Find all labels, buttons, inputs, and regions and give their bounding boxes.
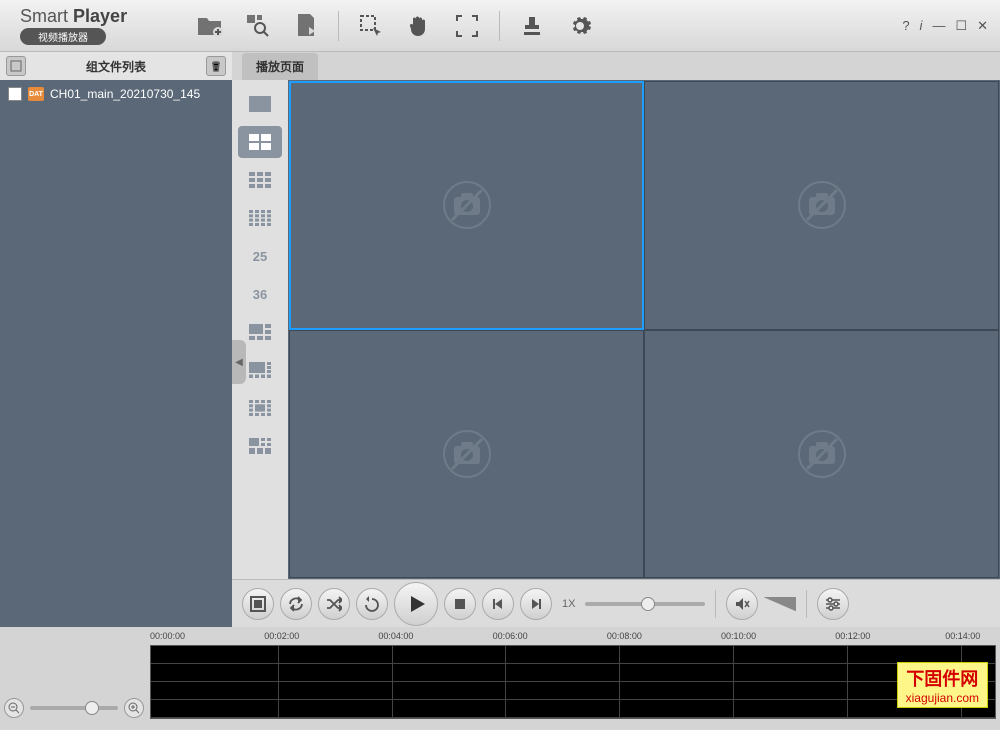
control-separator <box>806 590 807 618</box>
toolbar-separator <box>338 11 339 41</box>
maximize-button[interactable]: ☐ <box>955 18 967 34</box>
tick-label: 00:02:00 <box>264 631 299 641</box>
layout-1-button[interactable] <box>238 88 282 120</box>
main-area: 播放页面 25 36 <box>232 52 1000 627</box>
layout-4-button[interactable] <box>238 126 282 158</box>
play-button[interactable] <box>394 582 438 626</box>
sidebar-delete-button[interactable] <box>206 56 226 76</box>
layout-custom-button[interactable] <box>238 430 282 462</box>
mute-button[interactable] <box>726 588 758 620</box>
help-button[interactable]: ? <box>902 18 909 34</box>
document-icon <box>8 87 22 101</box>
layout-25-button[interactable]: 25 <box>238 240 282 272</box>
zoom-slider-thumb[interactable] <box>85 701 99 715</box>
sidebar-title: 组文件列表 <box>32 58 200 75</box>
playback-controls: 1X <box>232 579 1000 627</box>
layout-9-button[interactable] <box>238 164 282 196</box>
next-frame-button[interactable] <box>520 588 552 620</box>
window-controls: ? i — ☐ ✕ <box>902 18 1000 34</box>
timeline-area: 00:00:00 00:02:00 00:04:00 00:06:00 00:0… <box>0 627 1000 730</box>
zoom-controls <box>4 631 144 730</box>
video-grid <box>288 80 1000 579</box>
camera-placeholder-icon <box>442 429 492 479</box>
tab-playback[interactable]: 播放页面 <box>242 53 318 80</box>
pan-tool-button[interactable] <box>399 6 439 46</box>
video-cell-1[interactable] <box>289 81 644 330</box>
close-button[interactable]: ✕ <box>977 18 988 34</box>
zoom-slider[interactable] <box>30 706 118 710</box>
speed-slider[interactable] <box>585 602 705 606</box>
fullscreen-button[interactable] <box>447 6 487 46</box>
watermark-text: 下固件网 <box>906 665 979 691</box>
camera-placeholder-icon <box>442 180 492 230</box>
header: Smart Player 视频播放器 ? <box>0 0 1000 52</box>
sidebar-collapse-button[interactable]: ◀ <box>232 340 246 384</box>
shuffle-button[interactable] <box>318 588 350 620</box>
loop-button[interactable] <box>280 588 312 620</box>
speed-slider-thumb[interactable] <box>641 597 655 611</box>
file-name: CH01_main_20210730_145 <box>50 87 200 101</box>
toolbar-separator <box>499 11 500 41</box>
export-button[interactable] <box>286 6 326 46</box>
zoom-out-button[interactable] <box>4 698 24 718</box>
timeline-ruler: 00:00:00 00:02:00 00:04:00 00:06:00 00:0… <box>150 631 996 645</box>
tick-label: 00:00:00 <box>150 631 185 641</box>
layout-13-button[interactable] <box>238 392 282 424</box>
video-cell-4[interactable] <box>644 330 999 579</box>
rewind-button[interactable] <box>356 588 388 620</box>
layout-16-button[interactable] <box>238 202 282 234</box>
watermark: 下固件网 xiagujian.com <box>897 662 988 708</box>
zoom-in-button[interactable] <box>124 698 144 718</box>
tick-label: 00:06:00 <box>493 631 528 641</box>
info-button[interactable]: i <box>920 18 923 34</box>
logo-area: Smart Player 视频播放器 <box>0 6 180 46</box>
tick-label: 00:12:00 <box>835 631 870 641</box>
control-separator <box>715 590 716 618</box>
app-title-b: Player <box>73 6 127 26</box>
camera-placeholder-icon <box>797 180 847 230</box>
fullscreen-toggle-button[interactable] <box>242 588 274 620</box>
settings-button[interactable] <box>560 6 600 46</box>
camera-placeholder-icon <box>797 429 847 479</box>
add-folder-button[interactable] <box>190 6 230 46</box>
file-list: DAT CH01_main_20210730_145 <box>0 80 232 627</box>
layout-picker: 25 36 <box>232 80 288 579</box>
list-item[interactable]: DAT CH01_main_20210730_145 <box>0 84 232 104</box>
tick-label: 00:08:00 <box>607 631 642 641</box>
app-title-a: Smart <box>20 6 68 26</box>
minimize-button[interactable]: — <box>932 18 945 34</box>
watermark-url: xiagujian.com <box>906 691 979 705</box>
speed-label: 1X <box>562 598 575 610</box>
tick-label: 00:10:00 <box>721 631 756 641</box>
sidebar-toggle-button[interactable] <box>6 56 26 76</box>
stamp-button[interactable] <box>512 6 552 46</box>
filter-button[interactable] <box>817 588 849 620</box>
volume-slider[interactable] <box>764 597 796 611</box>
timeline-main: 00:00:00 00:02:00 00:04:00 00:06:00 00:0… <box>150 631 996 730</box>
video-cell-3[interactable] <box>289 330 644 579</box>
app-subtitle: 视频播放器 <box>20 28 106 45</box>
sidebar-header: 组文件列表 <box>0 52 232 80</box>
tick-label: 00:14:00 <box>945 631 980 641</box>
layout-36-button[interactable]: 36 <box>238 278 282 310</box>
tick-label: 00:04:00 <box>378 631 413 641</box>
prev-frame-button[interactable] <box>482 588 514 620</box>
search-button[interactable] <box>238 6 278 46</box>
app-title: Smart Player <box>20 6 180 27</box>
tab-bar: 播放页面 <box>232 52 1000 80</box>
main-toolbar <box>180 6 902 46</box>
timeline-tracks[interactable] <box>150 645 996 719</box>
video-cell-2[interactable] <box>644 81 999 330</box>
sidebar: 组文件列表 DAT CH01_main_20210730_145 <box>0 52 232 627</box>
select-tool-button[interactable] <box>351 6 391 46</box>
stop-button[interactable] <box>444 588 476 620</box>
file-badge-icon: DAT <box>28 87 44 101</box>
